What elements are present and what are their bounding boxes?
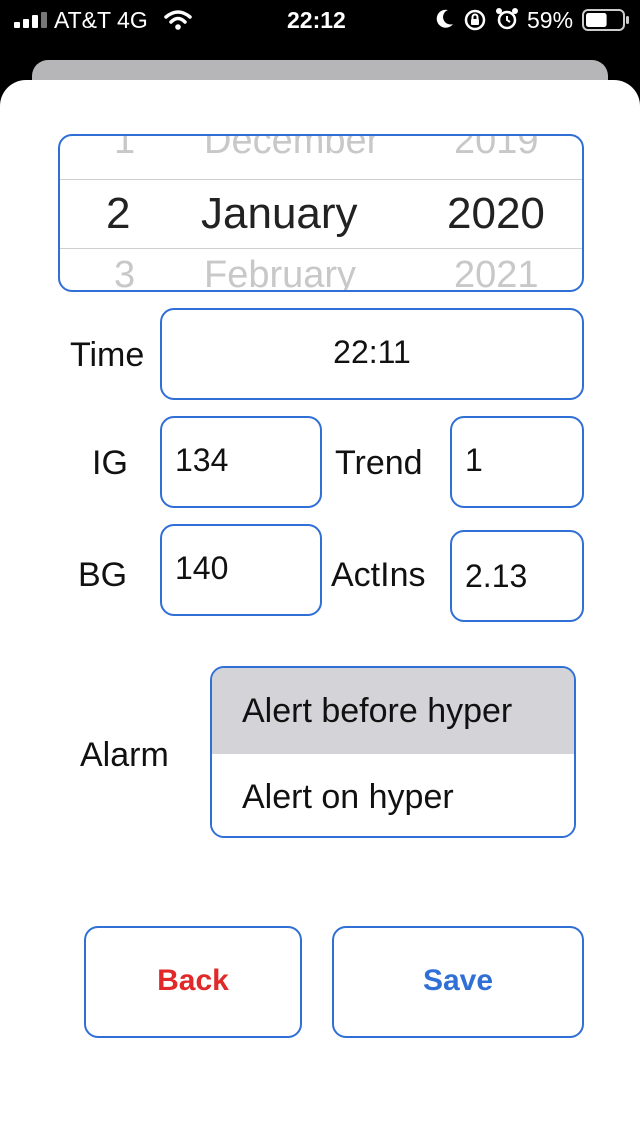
battery-icon bbox=[582, 9, 629, 31]
bg-field[interactable]: 140 bbox=[160, 524, 322, 616]
date-picker[interactable]: 1 December 2019 2 January 2020 3 Februar… bbox=[58, 134, 584, 292]
actins-label: ActIns bbox=[331, 556, 426, 594]
year-prev[interactable]: 2019 bbox=[454, 136, 539, 163]
year-selected[interactable]: 2020 bbox=[447, 189, 545, 239]
day-next[interactable]: 3 bbox=[114, 254, 135, 290]
month-next[interactable]: February bbox=[204, 254, 356, 290]
rotation-lock-icon bbox=[464, 9, 486, 31]
trend-field[interactable]: 1 bbox=[450, 416, 584, 508]
ig-field[interactable]: 134 bbox=[160, 416, 322, 508]
alarm-clock-icon bbox=[496, 8, 518, 30]
cellular-signal-icon bbox=[14, 12, 47, 28]
back-button[interactable]: Back bbox=[84, 926, 302, 1038]
actins-field[interactable]: 2.13 bbox=[450, 530, 584, 622]
month-selected[interactable]: January bbox=[201, 189, 358, 239]
alarm-selector[interactable]: Alert before hyper Alert on hyper bbox=[210, 666, 576, 838]
do-not-disturb-icon bbox=[436, 9, 453, 28]
year-next[interactable]: 2021 bbox=[454, 254, 539, 290]
status-time: 22:12 bbox=[287, 7, 346, 33]
alarm-option-before-hyper[interactable]: Alert before hyper bbox=[212, 668, 574, 754]
status-bar: AT&T 4G 22:12 59% bbox=[0, 0, 640, 40]
trend-label: Trend bbox=[335, 444, 423, 482]
time-value: 22:11 bbox=[333, 334, 411, 370]
day-selected[interactable]: 2 bbox=[106, 189, 130, 239]
ig-value: 134 bbox=[175, 442, 229, 478]
battery-percent: 59% bbox=[527, 7, 574, 33]
ig-label: IG bbox=[92, 444, 128, 482]
actins-value: 2.13 bbox=[465, 558, 528, 594]
bg-value: 140 bbox=[175, 550, 229, 586]
trend-value: 1 bbox=[465, 442, 483, 478]
wifi-icon bbox=[164, 10, 192, 30]
carrier-label: AT&T 4G bbox=[54, 7, 148, 33]
alarm-label: Alarm bbox=[80, 736, 169, 774]
time-label: Time bbox=[70, 336, 145, 374]
save-button[interactable]: Save bbox=[332, 926, 584, 1038]
time-field[interactable]: 22:11 bbox=[160, 308, 584, 400]
day-prev[interactable]: 1 bbox=[114, 136, 135, 163]
month-prev[interactable]: December bbox=[204, 136, 379, 163]
alarm-option-on-hyper[interactable]: Alert on hyper bbox=[212, 754, 574, 836]
bg-label: BG bbox=[78, 556, 128, 594]
